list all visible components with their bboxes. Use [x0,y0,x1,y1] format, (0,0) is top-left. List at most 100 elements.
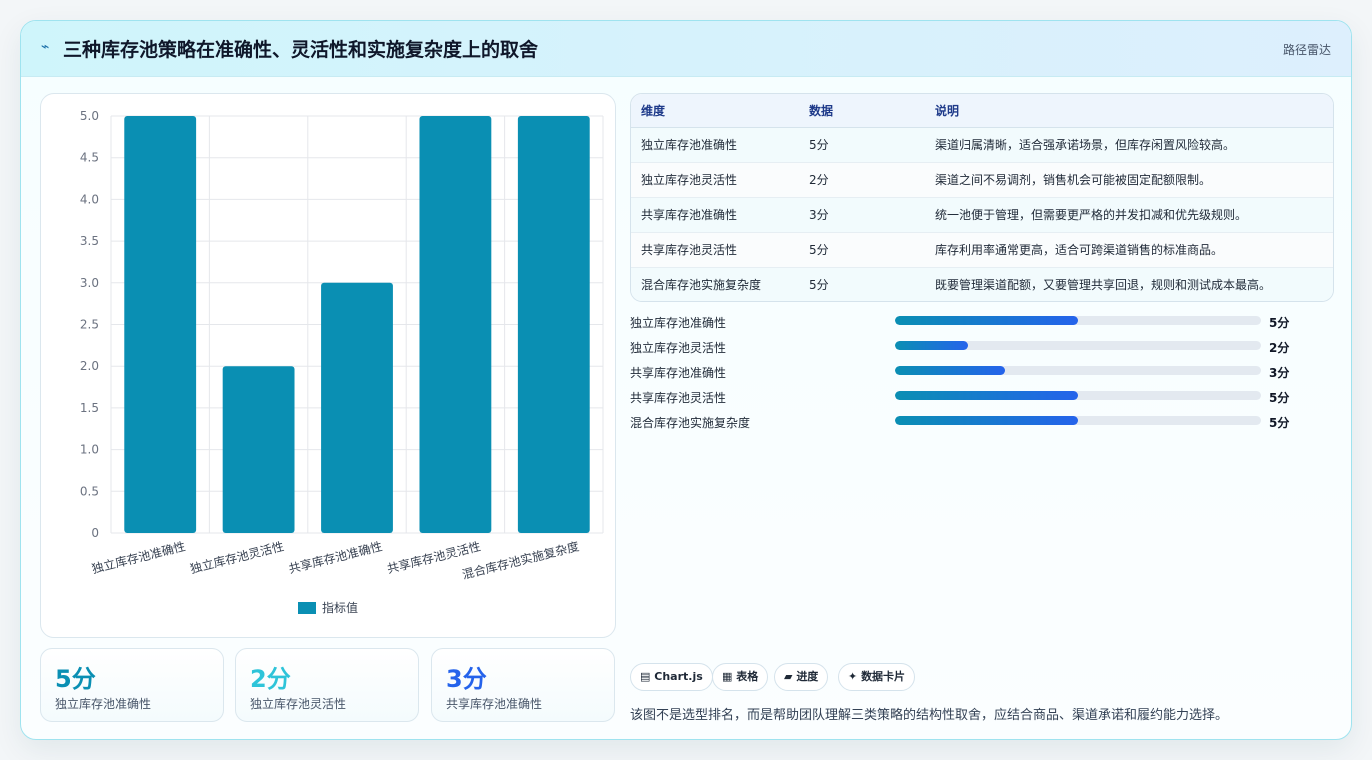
progress-track [895,341,1261,350]
table-cell: 混合库存池实施复杂度 [631,267,799,301]
progress-fill [895,366,1005,375]
chip-chartjs[interactable]: ▤ Chart.js [630,663,713,691]
data-table: 维度 数据 说明 独立库存池准确性 5分 渠道归属清晰，适合强承诺场景，但库存闲… [630,93,1334,302]
page-title: 三种库存池策略在准确性、灵活性和实施复杂度上的取舍 [63,39,539,61]
kpi-label: 独立库存池准确性 [55,697,152,711]
x-tick-label: 独立库存池准确性 [90,538,187,576]
table-header-note: 说明 [925,94,1333,128]
chart-icon: ▤ [640,670,651,683]
pulse-icon: ⌁ [41,39,50,55]
progress-icon: ▰ [784,670,793,683]
table-header-dimension: 维度 [631,94,799,128]
y-tick-label: 0 [91,526,99,540]
table-cell: 3分 [799,197,925,233]
kpi-value: 2分 [250,665,291,693]
bar [321,282,393,533]
table-header-data: 数据 [799,94,925,128]
table-cell: 共享库存池灵活性 [631,232,799,268]
progress-value: 5分 [1269,416,1290,430]
progress-fill [895,341,969,350]
chip-label: 表格 [736,670,759,683]
y-tick-label: 1.5 [80,401,99,415]
progress-fill [895,391,1078,400]
table-row: 共享库存池灵活性 5分 库存利用率通常更高，适合可跨渠道销售的标准商品。 [631,232,1333,268]
table-row: 共享库存池准确性 3分 统一池便于管理，但需要更严格的并发扣减和优先级规则。 [631,197,1333,233]
chip-progress[interactable]: ▰ 进度 [774,663,829,691]
bar-chart: 0 0.5 1.0 1.5 2.0 2.5 3.0 3.5 4.0 4.5 5.0 独立库存池准确性独… [80,109,604,615]
progress-label: 共享库存池灵活性 [630,391,727,405]
chip-label: 数据卡片 [861,670,906,683]
y-tick-label: 4.5 [80,151,99,165]
progress-track [895,366,1261,375]
progress-value: 3分 [1269,366,1290,380]
y-tick-label: 3.0 [80,276,99,290]
table-cell: 5分 [799,267,925,301]
y-tick-label: 4.0 [80,192,99,206]
progress-track [895,316,1261,325]
table-cell: 独立库存池准确性 [631,127,799,163]
kpi-label: 共享库存池准确性 [446,697,543,711]
kpi-card: 5分 独立库存池准确性 [40,648,224,722]
y-tick-label: 5.0 [80,109,99,123]
bar [419,116,492,533]
progress-row: 独立库存池灵活性 2分 [630,336,1334,361]
table-cell: 共享库存池准确性 [631,197,799,233]
table-cell: 渠道之间不易调剂，销售机会可能被固定配额限制。 [925,162,1333,198]
table-cell: 5分 [799,232,925,268]
bar [124,116,197,533]
chip-table[interactable]: ▦ 表格 [712,663,769,691]
bar [517,116,590,533]
bar [222,366,295,533]
table-cell: 统一池便于管理，但需要更严格的并发扣减和优先级规则。 [925,197,1333,233]
table-row: 独立库存池准确性 5分 渠道归属清晰，适合强承诺场景，但库存闲置风险较高。 [631,127,1333,163]
kpi-label: 独立库存池灵活性 [250,697,347,711]
table-row: 独立库存池灵活性 2分 渠道之间不易调剂，销售机会可能被固定配额限制。 [631,162,1333,198]
y-tick-label: 1.0 [80,443,99,457]
table-cell: 库存利用率通常更高，适合可跨渠道销售的标准商品。 [925,232,1333,268]
chip-label: Chart.js [654,670,703,683]
footnote: 该图不是选型排名，而是帮助团队理解三类策略的结构性取舍，应结合商品、渠道承诺和履… [630,708,1229,723]
chip-data-cards[interactable]: ✦ 数据卡片 [838,663,916,691]
sparkle-icon: ✦ [848,670,858,683]
legend-swatch [298,602,316,614]
progress-value: 5分 [1269,316,1290,330]
progress-fill [895,416,1078,425]
kpi-card: 3分 共享库存池准确性 [431,648,615,722]
table-icon: ▦ [722,670,733,683]
table-row: 混合库存池实施复杂度 5分 既要管理渠道配额，又要管理共享回退，规则和测试成本最… [631,267,1333,301]
y-tick-label: 3.5 [80,234,99,248]
progress-label: 独立库存池灵活性 [630,341,727,355]
progress-row: 独立库存池准确性 5分 [630,311,1334,336]
x-tick-label: 共享库存池准确性 [287,538,384,576]
progress-label: 独立库存池准确性 [630,316,727,330]
table-cell: 渠道归属清晰，适合强承诺场景，但库存闲置风险较高。 [925,127,1333,163]
table-cell: 5分 [799,127,925,163]
table-cell: 既要管理渠道配额，又要管理共享回退，规则和测试成本最高。 [925,267,1333,301]
chip-label: 进度 [796,670,819,683]
progress-row: 混合库存池实施复杂度 5分 [630,411,1334,436]
progress-fill [895,316,1078,325]
progress-track [895,416,1261,425]
progress-row: 共享库存池准确性 3分 [630,361,1334,386]
table-cell: 2分 [799,162,925,198]
progress-value: 5分 [1269,391,1290,405]
kpi-value: 5分 [55,665,96,693]
table-cell: 独立库存池灵活性 [631,162,799,198]
bar-chart-panel: 0 0.5 1.0 1.5 2.0 2.5 3.0 3.5 4.0 4.5 5.0 独立库存池准确性独… [40,93,616,638]
y-tick-label: 2.5 [80,318,99,332]
y-tick-label: 2.0 [80,359,99,373]
header: ⌁ 三种库存池策略在准确性、灵活性和实施复杂度上的取舍 路径雷达 [21,21,1351,77]
progress-list: 独立库存池准确性 5分 独立库存池灵活性 2分 共享库存池准确性 3分 共享库存… [630,311,1334,436]
x-tick-label: 独立库存池灵活性 [189,538,286,576]
header-tag: 路径雷达 [1282,43,1331,57]
legend-label: 指标值 [322,600,358,615]
kpi-value: 3分 [446,665,487,693]
dashboard-card: ⌁ 三种库存池策略在准确性、灵活性和实施复杂度上的取舍 路径雷达 0 0.5 1.0… [20,20,1352,740]
progress-track [895,391,1261,400]
progress-label: 共享库存池准确性 [630,366,727,380]
kpi-card: 2分 独立库存池灵活性 [235,648,419,722]
y-tick-label: 0.5 [80,484,99,498]
table-header-row: 维度 数据 说明 [631,94,1333,128]
progress-value: 2分 [1269,341,1290,355]
progress-label: 混合库存池实施复杂度 [630,416,751,430]
